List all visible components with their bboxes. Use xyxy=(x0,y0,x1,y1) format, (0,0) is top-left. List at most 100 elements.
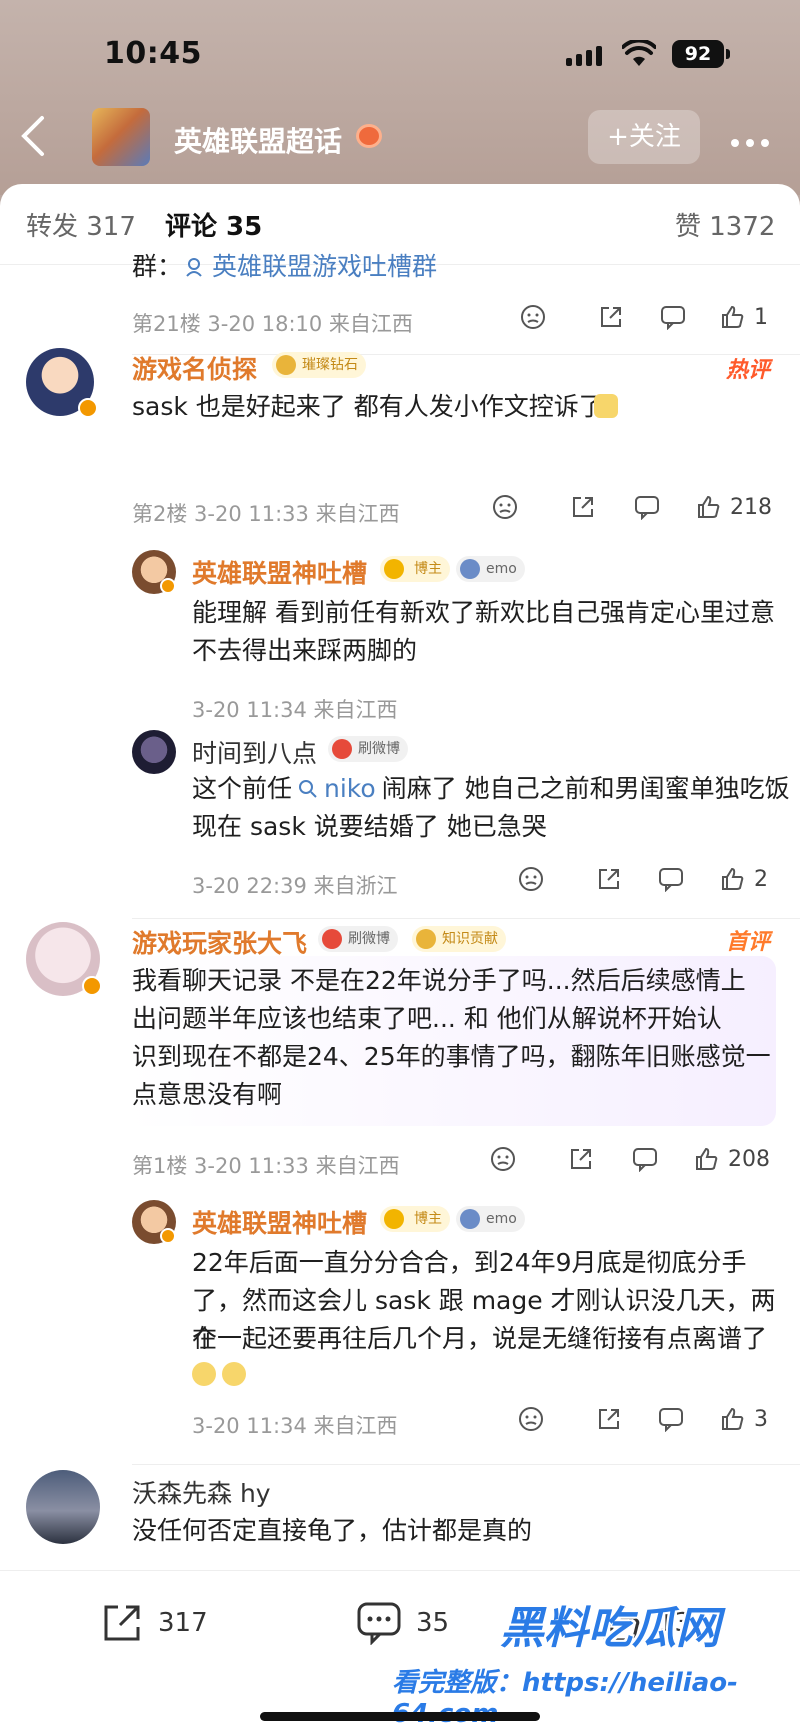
crown-icon xyxy=(384,559,404,579)
share-icon xyxy=(571,1149,591,1169)
comment-author[interactable]: 游戏玩家张大飞 xyxy=(132,924,307,960)
knowledge-badge-icon xyxy=(416,929,436,949)
avatar[interactable] xyxy=(132,730,176,774)
repost-button[interactable]: 317 xyxy=(100,1601,208,1645)
tab-likes[interactable]: 赞 1372 xyxy=(675,206,775,243)
divider xyxy=(132,918,800,919)
dislike-button[interactable] xyxy=(520,304,546,330)
mood-tag: emo xyxy=(456,1206,525,1232)
hot-comment-label: 热评 xyxy=(726,358,771,383)
emoji-icon xyxy=(222,1362,246,1386)
comment-author[interactable]: 沃森先森 hy xyxy=(132,1474,271,1510)
dislike-button[interactable] xyxy=(518,866,544,892)
comment-text-line: 出问题半年应该也结束了吧... 和 他们从解说杯开始认 xyxy=(132,1004,722,1033)
verified-badge-icon xyxy=(82,976,102,996)
mood-label: emo xyxy=(486,1211,517,1227)
first-comment-label: 首评 xyxy=(726,930,771,955)
reply-meta: 3-20 11:34 来自江西 xyxy=(192,698,398,722)
like-button[interactable]: 218 xyxy=(696,494,772,520)
reply-button[interactable] xyxy=(658,1406,684,1432)
topic-nav: 英雄联盟超话 +关注 xyxy=(0,100,800,180)
comment-icon xyxy=(635,496,659,520)
thumbs-up-icon xyxy=(696,1147,718,1170)
reply-button[interactable] xyxy=(634,494,660,520)
role-label: 博主 xyxy=(414,1211,442,1227)
comment-text-line: 识到现在不都是24、25年的事情了吗，翻陈年旧账感觉一 xyxy=(132,1042,771,1071)
role-label: 博主 xyxy=(414,561,442,577)
mention-link[interactable]: niko xyxy=(324,770,376,808)
reply-button[interactable] xyxy=(632,1146,658,1172)
tab-reposts[interactable]: 转发 317 xyxy=(26,206,136,243)
dislike-face-icon xyxy=(521,305,545,329)
sad-face-icon xyxy=(460,1209,480,1229)
share-icon xyxy=(601,307,621,327)
comment-count: 35 xyxy=(416,1608,450,1638)
dislike-button[interactable] xyxy=(492,494,518,520)
reply-button[interactable] xyxy=(660,304,686,330)
reply-author[interactable]: 英雄联盟神吐槽 xyxy=(192,554,367,590)
repost-icon xyxy=(104,1605,140,1641)
like-button[interactable]: 3 xyxy=(720,1406,768,1432)
comment-icon xyxy=(659,1408,683,1432)
watermark-brand: 黑料吃瓜网 xyxy=(500,1603,720,1654)
reply-author[interactable]: 时间到八点 xyxy=(192,734,317,770)
comment-button[interactable]: 35 xyxy=(356,1601,449,1645)
reply-text-line: 这个前任 niko 闹麻了 她自己之前和男闺蜜单独吃饭 xyxy=(192,770,790,808)
fan-badge: 知识贡献 xyxy=(412,926,506,952)
battery-indicator: 92 xyxy=(672,40,730,68)
reply-author[interactable]: 英雄联盟神吐槽 xyxy=(192,1204,367,1240)
comment-author[interactable]: 游戏名侦探 xyxy=(132,350,257,386)
reply-text-line: 22年后面一直分分合合，到24年9月底是彻底分手 xyxy=(192,1248,747,1277)
crown-icon xyxy=(384,1209,404,1229)
comment-icon xyxy=(357,1602,401,1645)
share-button[interactable] xyxy=(596,866,622,892)
client-tag: 刷微博 xyxy=(318,926,398,952)
sad-face-icon xyxy=(460,559,480,579)
topic-badge-icon xyxy=(356,124,382,148)
like-button[interactable]: 208 xyxy=(694,1146,770,1172)
share-icon xyxy=(573,497,593,517)
reply-text-segment: 闹麻了 她自己之前和男闺蜜单独吃饭 xyxy=(381,774,790,803)
mood-tag: emo xyxy=(456,556,525,582)
verified-badge-icon xyxy=(78,398,98,418)
comment-text-line: 点意思没有啊 xyxy=(132,1080,283,1109)
signal-icon xyxy=(566,44,602,66)
comment-icon xyxy=(659,868,683,892)
reply-button[interactable] xyxy=(658,866,684,892)
tab-comments[interactable]: 评论 35 xyxy=(165,206,262,243)
dislike-button[interactable] xyxy=(518,1406,544,1432)
reply-text-line: 现在 sask 说要结婚了 她已急哭 xyxy=(192,812,547,841)
diamond-badge-icon xyxy=(276,355,296,375)
role-badge: 博主 xyxy=(380,556,450,582)
share-button[interactable] xyxy=(598,304,624,330)
comment-text-line: 我看聊天记录 不是在22年说分手了吗...然后后续感情上 xyxy=(132,966,746,995)
like-button[interactable]: 2 xyxy=(720,866,768,892)
role-badge: 博主 xyxy=(380,1206,450,1232)
group-link-row[interactable]: 群： 英雄联盟游戏吐槽群 xyxy=(132,248,437,286)
like-button[interactable]: 1 xyxy=(720,304,768,330)
comment-text: sask 也是好起来了 都有人发小作文控诉了 xyxy=(132,392,604,421)
fan-badge-label: 璀璨钻石 xyxy=(302,357,358,373)
topic-avatar[interactable] xyxy=(92,108,150,166)
topic-title[interactable]: 英雄联盟超话 xyxy=(174,120,342,160)
weibo-icon xyxy=(332,739,352,759)
share-button[interactable] xyxy=(596,1406,622,1432)
weibo-icon xyxy=(322,929,342,949)
like-count: 218 xyxy=(730,494,772,520)
verified-badge-icon xyxy=(160,578,176,594)
status-time: 10:45 xyxy=(104,36,202,71)
back-button[interactable] xyxy=(18,114,58,164)
avatar[interactable] xyxy=(26,1470,100,1544)
share-icon xyxy=(599,869,619,889)
follow-button[interactable]: +关注 xyxy=(588,110,700,164)
thumbs-up-icon xyxy=(722,1407,744,1430)
share-button[interactable] xyxy=(568,1146,594,1172)
dislike-button[interactable] xyxy=(490,1146,516,1172)
group-link[interactable]: 英雄联盟游戏吐槽群 xyxy=(212,248,437,286)
emoji-icon xyxy=(594,394,618,418)
share-button[interactable] xyxy=(570,494,596,520)
comment-text: 没任何否定直接龟了，估计都是真的 xyxy=(132,1516,533,1545)
reply-text-line: 在一起还要再往后几个月，说是无缝衔接有点离谱了 xyxy=(192,1324,768,1353)
more-button[interactable] xyxy=(730,122,770,152)
client-label: 刷微博 xyxy=(358,741,400,757)
